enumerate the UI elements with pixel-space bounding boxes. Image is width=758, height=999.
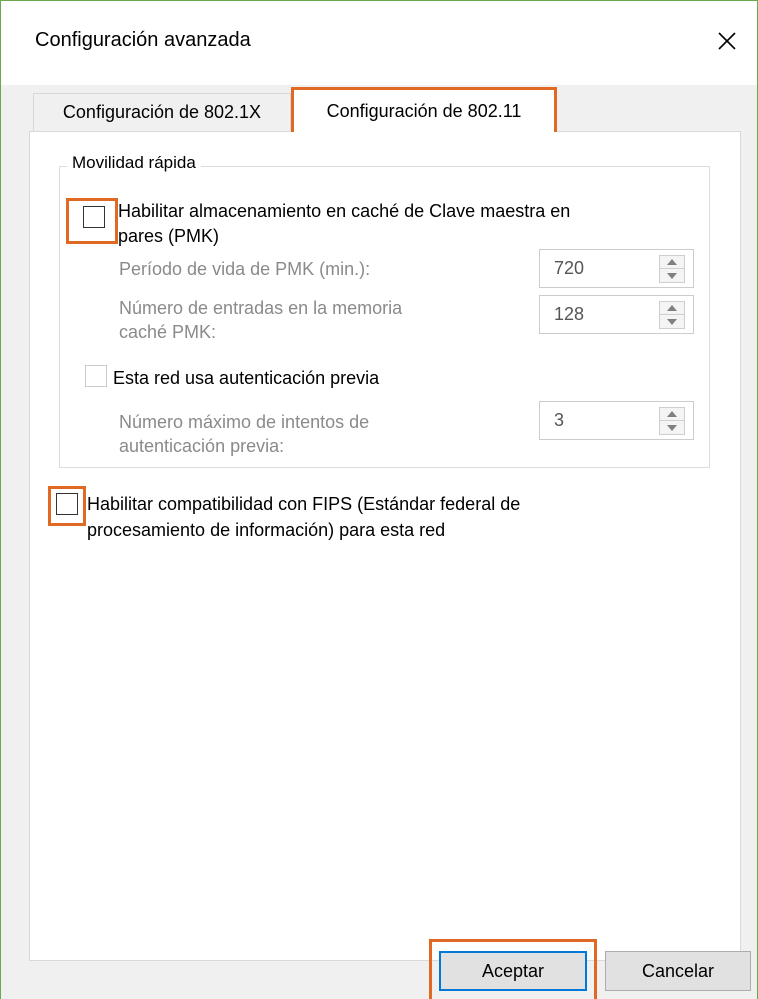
pmk-cache-label-line2: pares (PMK) [118, 226, 220, 246]
pmk-entries-label-line1: Número de entradas en la memoria [119, 298, 403, 318]
preauth-attempts-spinbox[interactable]: 3 [539, 401, 694, 440]
pmk-lifetime-spinbox[interactable]: 720 [539, 249, 694, 288]
preauth-label: Esta red usa autenticación previa [113, 368, 380, 388]
chevron-up-icon [667, 411, 677, 417]
pmk-lifetime-value: 720 [554, 258, 585, 278]
close-icon [717, 31, 737, 51]
dialog-title: Configuración avanzada [35, 29, 251, 51]
spin-up-button[interactable] [660, 408, 684, 421]
spin-up-button[interactable] [660, 302, 684, 315]
tab-label: Configuración de 802.11 [326, 100, 522, 121]
spin-down-button[interactable] [660, 315, 684, 328]
preauth-attempts-label-line2: autenticación previa: [119, 436, 285, 456]
spin-down-button[interactable] [660, 269, 684, 282]
title-bar: Configuración avanzada [1, 1, 757, 85]
fips-label-line2: procesamiento de información) para esta … [87, 520, 446, 540]
tab-label: Configuración de 802.1X [62, 102, 262, 122]
tab-80211-settings[interactable]: Configuración de 802.11 [291, 87, 557, 132]
preauth-attempts-spin-arrows [659, 407, 685, 435]
close-button[interactable] [703, 17, 751, 65]
pmk-cache-checkbox-highlight [66, 198, 118, 244]
cancel-button[interactable]: Cancelar [605, 951, 751, 991]
fips-checkbox-highlight [48, 486, 86, 526]
fast-roaming-group-label: Movilidad rápida [67, 153, 201, 173]
chevron-up-icon [667, 305, 677, 311]
chevron-down-icon [667, 424, 677, 431]
chevron-down-icon [667, 272, 677, 279]
pmk-cache-label-line1: Habilitar almacenamiento en caché de Cla… [118, 201, 571, 221]
preauth-attempts-label-line1: Número máximo de intentos de [119, 412, 370, 432]
ok-button-highlight [429, 939, 597, 999]
pmk-entries-label-line2: caché PMK: [119, 322, 217, 342]
preauth-attempts-value: 3 [554, 410, 565, 430]
pmk-entries-value: 128 [554, 304, 585, 324]
tab-8021x-settings[interactable]: Configuración de 802.1X [33, 93, 291, 131]
advanced-settings-dialog: Configuración avanzada Configuración de … [0, 0, 758, 999]
chevron-down-icon [667, 318, 677, 325]
pmk-lifetime-spin-arrows [659, 255, 685, 283]
pmk-entries-spin-arrows [659, 301, 685, 329]
spin-up-button[interactable] [660, 256, 684, 269]
cancel-button-label: Cancelar [641, 960, 715, 981]
chevron-up-icon [667, 259, 677, 265]
pmk-entries-spinbox[interactable]: 128 [539, 295, 694, 334]
spin-down-button[interactable] [660, 421, 684, 434]
preauth-checkbox[interactable] [85, 365, 107, 387]
pmk-lifetime-label: Período de vida de PMK (min.): [119, 259, 371, 279]
fips-label-line1: Habilitar compatibilidad con FIPS (Están… [87, 494, 521, 514]
